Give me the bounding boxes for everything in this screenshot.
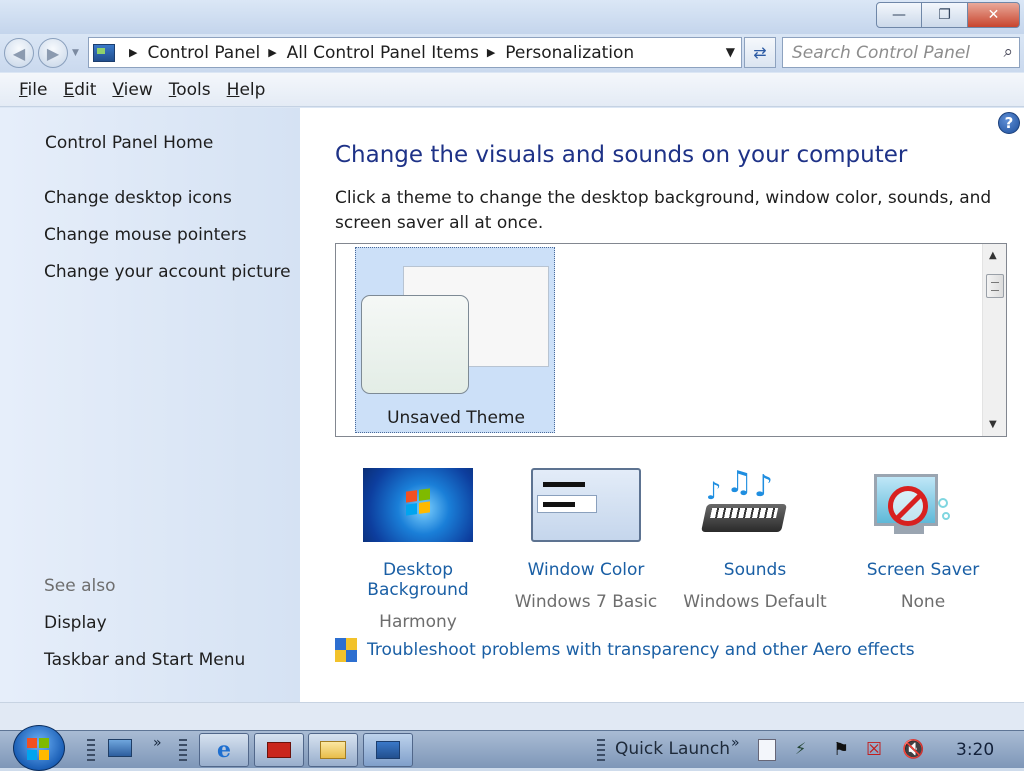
window-controls: — ❐ ✕ [876,2,1020,28]
menu-view[interactable]: View [112,80,152,100]
maximize-button[interactable]: ❐ [922,2,968,28]
menu-file[interactable]: File [19,80,47,100]
search-input[interactable]: Search Control Panel ⌕ [782,37,1020,68]
content-pane: ? Change the visuals and sounds on your … [300,108,1024,702]
breadcrumb-arrow-icon[interactable]: ▶ [268,46,276,59]
back-arrow-icon: ◀ [12,43,26,63]
toolbar-grip[interactable] [87,739,95,761]
sounds-tile[interactable]: ♪ ♫ ♪ Sounds Windows Default [670,468,840,613]
change-mouse-pointers-link[interactable]: Change mouse pointers [44,225,247,245]
recent-pages-dropdown[interactable]: ▼ [72,48,79,58]
control-panel-window: — ❐ ✕ ◀ ▶ ▼ ▶ Control Panel ▶ All Contro… [0,0,1024,730]
windows-logo-icon [27,738,49,760]
search-icon[interactable]: ⌕ [1003,42,1013,62]
refresh-button[interactable]: ⇄ [744,37,776,68]
tile-value: None [900,592,946,612]
toolbox-icon [267,742,291,758]
menu-help[interactable]: Help [227,80,266,100]
show-desktop-icon[interactable] [108,739,132,757]
internet-explorer-icon: e [217,737,231,763]
breadcrumb-arrow-icon[interactable]: ▶ [487,46,495,59]
taskbar-clock[interactable]: 3:20 [956,740,994,760]
quick-launch-label[interactable]: Quick Launch [615,739,730,759]
breadcrumb-personalization[interactable]: Personalization [505,43,634,63]
tile-title[interactable]: Sounds [670,560,840,580]
page-description: Click a theme to change the desktop back… [335,188,992,233]
menu-edit[interactable]: Edit [63,80,96,100]
tile-title[interactable]: Desktop Background [333,560,503,600]
network-disconnected-icon[interactable]: ☒ [866,739,888,761]
troubleshoot-link[interactable]: Troubleshoot problems with transparency … [367,640,915,660]
tile-value: Windows Default [683,592,827,612]
theme-list: Unsaved Theme ▲ ▼ [335,243,1007,437]
theme-list-scrollbar[interactable]: ▲ ▼ [982,244,1006,436]
display-link[interactable]: Display [44,613,107,633]
desktop-background-icon [363,468,473,542]
tile-title[interactable]: Screen Saver [838,560,1008,580]
windows-logo-icon [406,488,430,516]
taskbar-explorer[interactable] [308,733,358,767]
scroll-down-icon[interactable]: ▼ [989,419,997,430]
title-bar: — ❐ ✕ [0,0,1024,34]
menu-tools[interactable]: Tools [169,80,211,100]
disabled-icon [888,486,928,526]
personalization-tiles: Desktop Background Harmony Window Color … [300,468,1024,632]
taskbar: » e Quick Launch » ⚡ ⚑ ☒ 🔇 3:20 [0,725,1024,771]
start-button[interactable] [13,725,65,771]
search-placeholder: Search Control Panel [792,42,971,63]
theme-item-unsaved[interactable]: Unsaved Theme [355,247,555,433]
taskbar-start-menu-link[interactable]: Taskbar and Start Menu [44,650,245,670]
document-tray-icon[interactable] [758,739,776,761]
change-account-picture-link[interactable]: Change your account picture [44,262,291,282]
window-color-tile[interactable]: Window Color Windows 7 Basic [501,468,671,612]
quick-launch-chevron-icon[interactable]: » [153,735,162,751]
tile-value: Windows 7 Basic [514,592,658,612]
sounds-icon: ♪ ♫ ♪ [700,468,810,542]
menu-bar: File Edit View Tools Help [0,73,1024,107]
forward-arrow-icon: ▶ [46,43,60,63]
toolbar-grip[interactable] [597,739,605,761]
see-also-heading: See also [44,576,116,596]
taskbar-control-panel[interactable] [363,733,413,767]
desktop-background-tile[interactable]: Desktop Background Harmony [333,468,503,632]
window-bottom-edge [0,702,1024,730]
close-button[interactable]: ✕ [968,2,1020,28]
page-title: Change the visuals and sounds on your co… [335,142,908,168]
quick-launch-chevron-icon[interactable]: » [731,735,740,751]
taskbar-toolbox[interactable] [254,733,304,767]
theme-thumbnail-window [361,295,469,394]
theme-label: Unsaved Theme [387,408,525,428]
breadcrumb-control-panel[interactable]: Control Panel [147,43,260,63]
scroll-up-icon[interactable]: ▲ [989,250,997,261]
address-bar[interactable]: ▶ Control Panel ▶ All Control Panel Item… [88,37,742,68]
network-tray-icon[interactable]: ⚡ [795,739,817,761]
tile-title[interactable]: Window Color [501,560,671,580]
shield-icon [335,638,357,662]
control-panel-home-link[interactable]: Control Panel Home [45,133,213,153]
control-panel-icon [376,741,400,759]
change-desktop-icons-link[interactable]: Change desktop icons [44,188,232,208]
taskbar-internet-explorer[interactable]: e [199,733,249,767]
troubleshoot-link-row[interactable]: Troubleshoot problems with transparency … [335,638,915,662]
back-button[interactable]: ◀ [4,38,34,68]
help-button[interactable]: ? [998,112,1020,134]
refresh-icon: ⇄ [753,43,767,62]
forward-button[interactable]: ▶ [38,38,68,68]
minimize-button[interactable]: — [876,2,922,28]
folder-icon [320,741,346,759]
window-color-icon [531,468,641,542]
screen-saver-icon [868,468,978,542]
breadcrumb-arrow-icon[interactable]: ▶ [129,46,137,59]
address-dropdown-icon[interactable]: ▼ [726,45,735,59]
task-pane: Control Panel Home Change desktop icons … [0,108,300,702]
screen-saver-tile[interactable]: Screen Saver None [838,468,1008,612]
scrollbar-thumb[interactable] [986,274,1004,298]
breadcrumb-all-items[interactable]: All Control Panel Items [287,43,479,63]
volume-muted-icon[interactable]: 🔇 [902,739,924,761]
toolbar-grip[interactable] [179,739,187,761]
tile-value: Harmony [379,612,457,632]
navigation-bar: ◀ ▶ ▼ ▶ Control Panel ▶ All Control Pane… [0,34,1024,72]
action-center-flag-icon[interactable]: ⚑ [833,739,855,761]
control-panel-icon [93,43,115,62]
